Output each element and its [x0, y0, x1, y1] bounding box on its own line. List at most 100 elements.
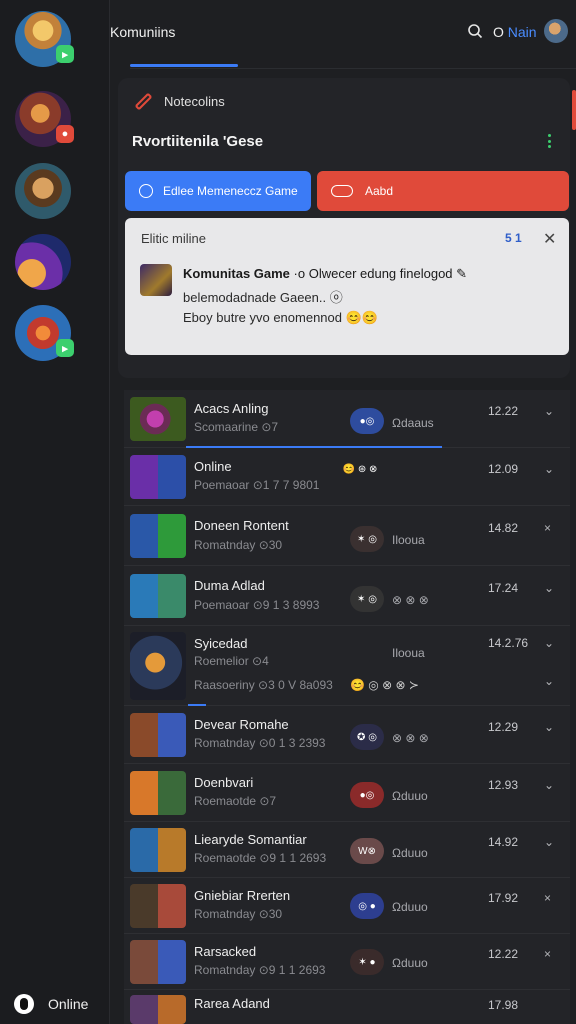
list-item[interactable]: Liearyde Somantiar Roemaotde ⊙9 1 1 2693… — [124, 822, 570, 878]
reaction-pill[interactable]: ◎ ● — [350, 893, 384, 919]
close-icon[interactable]: × — [544, 891, 551, 905]
close-icon[interactable]: ✕ — [543, 229, 556, 249]
chat-icon — [139, 184, 153, 198]
row-name: Online — [194, 459, 232, 474]
row-status: Ilooua — [392, 533, 425, 547]
server-icon-2[interactable]: ● — [15, 91, 74, 147]
list-item[interactable]: Gniebiar Rrerten Romatnday ⊙30 ◎ ● Ωduuo… — [124, 878, 570, 934]
presence-status[interactable]: Online — [14, 994, 88, 1014]
chevron-down-icon[interactable]: ⌄ — [544, 778, 554, 792]
alert-badge: ● — [56, 125, 74, 143]
top-header: Komuniins O Nain — [110, 0, 576, 69]
row-subtitle: Roemaotde ⊙9 1 1 2693 — [194, 851, 327, 865]
list-item[interactable]: Acacs Anling Scomaarine ⊙7 ●◎ Ωdaaus 12.… — [124, 390, 570, 448]
list-item[interactable]: Rarea Adand 17.98 — [124, 990, 570, 1024]
notification-bell-icon — [135, 93, 152, 110]
active-tab-indicator — [130, 64, 238, 67]
row-status: Ωduuo — [392, 956, 428, 970]
row-time: 14.82 — [488, 521, 519, 535]
row-time: 12.22 — [488, 947, 519, 961]
row-name: Syicedad — [194, 636, 248, 651]
row-name: Rarsacked — [194, 944, 257, 959]
row-time: 12.29 — [488, 720, 519, 734]
reaction-pill[interactable]: ✶ ◎ — [350, 526, 384, 552]
row-time: 17.24 — [488, 581, 519, 595]
row-name: Duma Adlad — [194, 578, 265, 593]
game-thumbnail — [130, 397, 186, 441]
server-icon-1[interactable]: ▸ — [15, 11, 74, 67]
server-icon-5[interactable]: ▸ — [15, 305, 74, 361]
row-time: 14.2.76 — [488, 636, 529, 650]
notification-card: Notecolins Rvortiitenila 'Gese Edlee Mem… — [118, 78, 576, 378]
primary-action-button[interactable]: Edlee Memeneccz Game — [125, 171, 311, 211]
game-thumbnail — [130, 940, 186, 984]
row-time: 14.92 — [488, 835, 519, 849]
search-icon[interactable] — [467, 23, 483, 39]
reaction-pill[interactable]: ✶ ● — [350, 949, 384, 975]
reaction-pill[interactable]: ●◎ — [350, 782, 384, 808]
reaction-pill[interactable]: W⊗ — [350, 838, 384, 864]
chevron-down-icon[interactable]: ⌄ — [544, 835, 554, 849]
row-subtitle: Romatnday ⊙0 1 3 2393 — [194, 736, 326, 750]
user-name-label: Nain — [507, 24, 537, 40]
secondary-action-label: Aabd — [365, 184, 394, 198]
row-status: Ωdaaus — [392, 416, 434, 430]
reaction-pill[interactable]: ✪ ◎ — [350, 724, 384, 750]
list-item[interactable]: Syicedad Roemelior ⊙4 Raasoeriny ⊙3 0 V … — [124, 626, 570, 706]
reaction-pill[interactable]: 😊 ⊛ ⊗ — [330, 456, 390, 482]
row-subtitle: Romatnday ⊙30 — [194, 907, 283, 921]
chevron-down-icon[interactable]: ⌄ — [544, 404, 554, 418]
app-root: ▸ ● ▸ Online Komuniins O Nain Notecolins… — [0, 0, 576, 1024]
row-name: Devear Romahe — [194, 717, 289, 732]
list-item[interactable]: Doneen Rontent Romatnday ⊙30 ✶ ◎ Ilooua … — [124, 506, 570, 566]
close-icon[interactable]: × — [544, 521, 551, 535]
row-name: Gniebiar Rrerten — [194, 888, 291, 903]
gamepad-icon — [331, 185, 353, 197]
secondary-action-button[interactable]: Aabd — [317, 171, 569, 211]
close-icon[interactable]: × — [544, 947, 551, 961]
row-subtitle: Roemaotde ⊙7 — [194, 794, 277, 808]
chevron-down-icon[interactable]: ⌄ — [544, 462, 554, 476]
list-item[interactable]: Duma Adlad Poemaoar ⊙9 1 3 8993 ✶ ◎ ⊗ ⊗ … — [124, 566, 570, 626]
more-options-icon[interactable] — [548, 134, 552, 148]
reaction-pill[interactable]: ●◎ — [350, 408, 384, 434]
row-status: Ωduuo — [392, 846, 428, 860]
row-time: 12.09 — [488, 462, 519, 476]
notice-title-bold: Komunitas Game — [183, 266, 290, 281]
notice-title-rest: ·o Olwecer edung finelogod ✎ — [293, 266, 468, 281]
game-thumbnail — [130, 514, 186, 558]
list-item[interactable]: Devear Romahe Romatnday ⊙0 1 3 2393 ✪ ◎ … — [124, 706, 570, 764]
game-thumbnail — [130, 828, 186, 872]
avatar[interactable] — [544, 19, 568, 43]
notice-count-badge: 5 1 — [505, 231, 522, 245]
game-thumbnail — [130, 455, 186, 499]
row-status: Ωduuo — [392, 789, 428, 803]
server-icon-3[interactable] — [15, 163, 71, 219]
row-time: 12.93 — [488, 778, 519, 792]
game-thumbnail — [130, 995, 186, 1024]
list-item[interactable]: Rarsacked Romatnday ⊙9 1 1 2693 ✶ ● Ωduu… — [124, 934, 570, 990]
reaction-pill[interactable]: ✶ ◎ — [350, 586, 384, 612]
row-status: Ωduuo — [392, 900, 428, 914]
row-status: ⊗ ⊗ ⊗ — [392, 731, 429, 745]
chevron-down-icon[interactable]: ⌄ — [544, 636, 554, 650]
server-icon-4[interactable] — [15, 234, 71, 290]
row-subtitle-2: Raasoeriny ⊙3 0 V 8a093 — [194, 678, 333, 692]
row-subtitle: Poemaoar ⊙1 7 7 9801 — [194, 478, 320, 492]
user-name[interactable]: O Nain — [493, 24, 537, 40]
game-thumbnail — [130, 574, 186, 618]
chevron-down-icon[interactable]: ⌄ — [544, 720, 554, 734]
status-label: Online — [48, 996, 89, 1012]
reaction-group[interactable]: 😊 ◎ ⊗ ⊗ ≻ — [350, 678, 419, 692]
chevron-down-icon[interactable]: ⌄ — [544, 674, 554, 688]
list-item[interactable]: Online Poemaoar ⊙1 7 7 9801 😊 ⊛ ⊗ 12.09 … — [124, 448, 570, 506]
chevron-down-icon[interactable]: ⌄ — [544, 581, 554, 595]
server-3-avatar — [15, 163, 71, 219]
list-item[interactable]: Doenbvari Roemaotde ⊙7 ●◎ Ωduuo 12.93 ⌄ — [124, 764, 570, 822]
notice-avatar — [140, 264, 172, 296]
row-subtitle: Romatnday ⊙30 — [194, 538, 283, 552]
online-badge: ▸ — [56, 45, 74, 63]
game-thumbnail — [130, 713, 186, 757]
notice-line-3: Eboy butre yvo enomennod 😊😊 — [183, 310, 378, 325]
notice-line-2: belemodadnade Gaeen.. ⓞ — [183, 290, 343, 305]
